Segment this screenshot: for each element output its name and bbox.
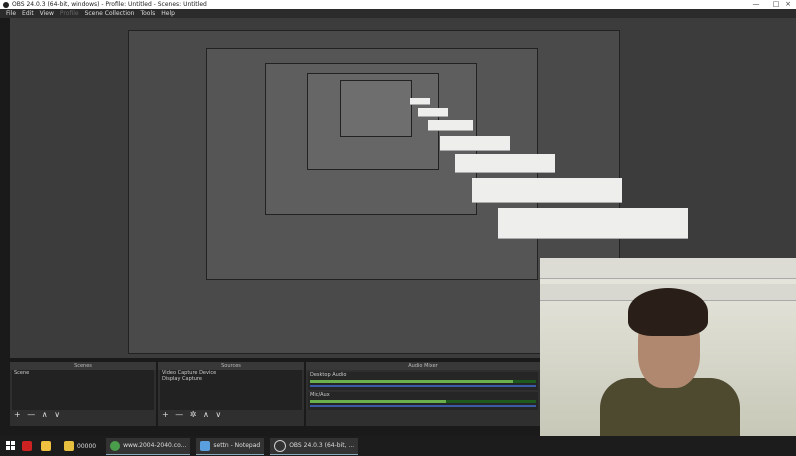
- sources-list[interactable]: Video Capture Device Display Capture: [160, 370, 302, 410]
- menu-bar: File Edit View Profile Scene Collection …: [0, 9, 796, 18]
- volume-slider[interactable]: [310, 405, 536, 407]
- scenes-title: Scenes: [10, 362, 156, 370]
- minimize-button[interactable]: —: [746, 0, 766, 9]
- ceiling-slat: [410, 98, 430, 105]
- audio-mixer-panel: Audio Mixer Desktop Audio Mic/Aux: [306, 362, 540, 426]
- webcam-feed: [540, 258, 796, 436]
- sources-title: Sources: [158, 362, 304, 370]
- menu-scene-collection[interactable]: Scene Collection: [85, 10, 135, 17]
- scenes-toolbar[interactable]: + — ∧ ∨: [10, 410, 156, 420]
- ceiling-slat: [498, 208, 688, 239]
- menu-profile[interactable]: Profile: [60, 10, 79, 17]
- close-button[interactable]: ×: [778, 0, 796, 9]
- start-button[interactable]: [6, 438, 16, 454]
- mixer-track-label: Mic/Aux: [310, 392, 330, 398]
- sources-panel: Sources Video Capture Device Display Cap…: [158, 362, 304, 426]
- person-hair: [628, 288, 708, 336]
- app-icon: [22, 441, 32, 451]
- menu-view[interactable]: View: [40, 10, 54, 17]
- ceiling-slat: [440, 136, 510, 151]
- window-title: OBS 24.0.3 (64-bit, windows) - Profile: …: [12, 1, 207, 8]
- folder-icon: [64, 441, 74, 451]
- scenes-panel: Scenes Scene + — ∧ ∨: [10, 362, 156, 426]
- taskbar-notepad[interactable]: settn - Notepad: [196, 437, 265, 455]
- source-item-display-capture[interactable]: Display Capture: [160, 376, 302, 382]
- menu-edit[interactable]: Edit: [22, 10, 34, 17]
- bolt-icon: [41, 441, 51, 451]
- chrome-icon: [110, 440, 121, 451]
- taskbar-obs[interactable]: OBS 24.0.3 (64-bit, ...: [270, 437, 359, 455]
- mixer-track-desktop: Desktop Audio: [308, 372, 538, 390]
- obs-icon: [274, 439, 287, 452]
- audio-mixer-title: Audio Mixer: [306, 362, 540, 370]
- menu-help[interactable]: Help: [161, 10, 175, 17]
- sources-toolbar[interactable]: + — ✲ ∧ ∨: [158, 410, 304, 420]
- mixer-track-label: Desktop Audio: [310, 372, 347, 378]
- ceiling-slat: [540, 258, 796, 279]
- menu-file[interactable]: File: [6, 10, 16, 17]
- ceiling-slat: [428, 120, 473, 131]
- ceiling-slat: [455, 154, 555, 173]
- scenes-list[interactable]: Scene: [12, 370, 154, 410]
- volume-meter: [310, 400, 536, 403]
- volume-meter: [310, 380, 536, 383]
- ceiling-slat: [418, 108, 448, 117]
- taskbar-app-red[interactable]: [22, 438, 35, 454]
- notepad-icon: [200, 440, 211, 451]
- volume-slider[interactable]: [310, 385, 536, 387]
- obs-logo-icon: [3, 1, 9, 8]
- mixer-track-mic: Mic/Aux: [308, 392, 538, 410]
- menu-tools[interactable]: Tools: [140, 10, 155, 17]
- scene-item[interactable]: Scene: [12, 370, 154, 376]
- windows-logo-icon: [6, 441, 15, 450]
- ceiling-slat: [472, 178, 622, 203]
- taskbar-app-bolt[interactable]: [41, 438, 54, 454]
- nested-preview-5: [340, 80, 412, 137]
- window-titlebar: OBS 24.0.3 (64-bit, windows) - Profile: …: [0, 0, 796, 9]
- taskbar-chrome[interactable]: www.2004-2040.co...: [106, 437, 191, 455]
- taskbar: 00000 www.2004-2040.co... settn - Notepa…: [0, 436, 796, 456]
- taskbar-folder[interactable]: 00000: [60, 438, 100, 454]
